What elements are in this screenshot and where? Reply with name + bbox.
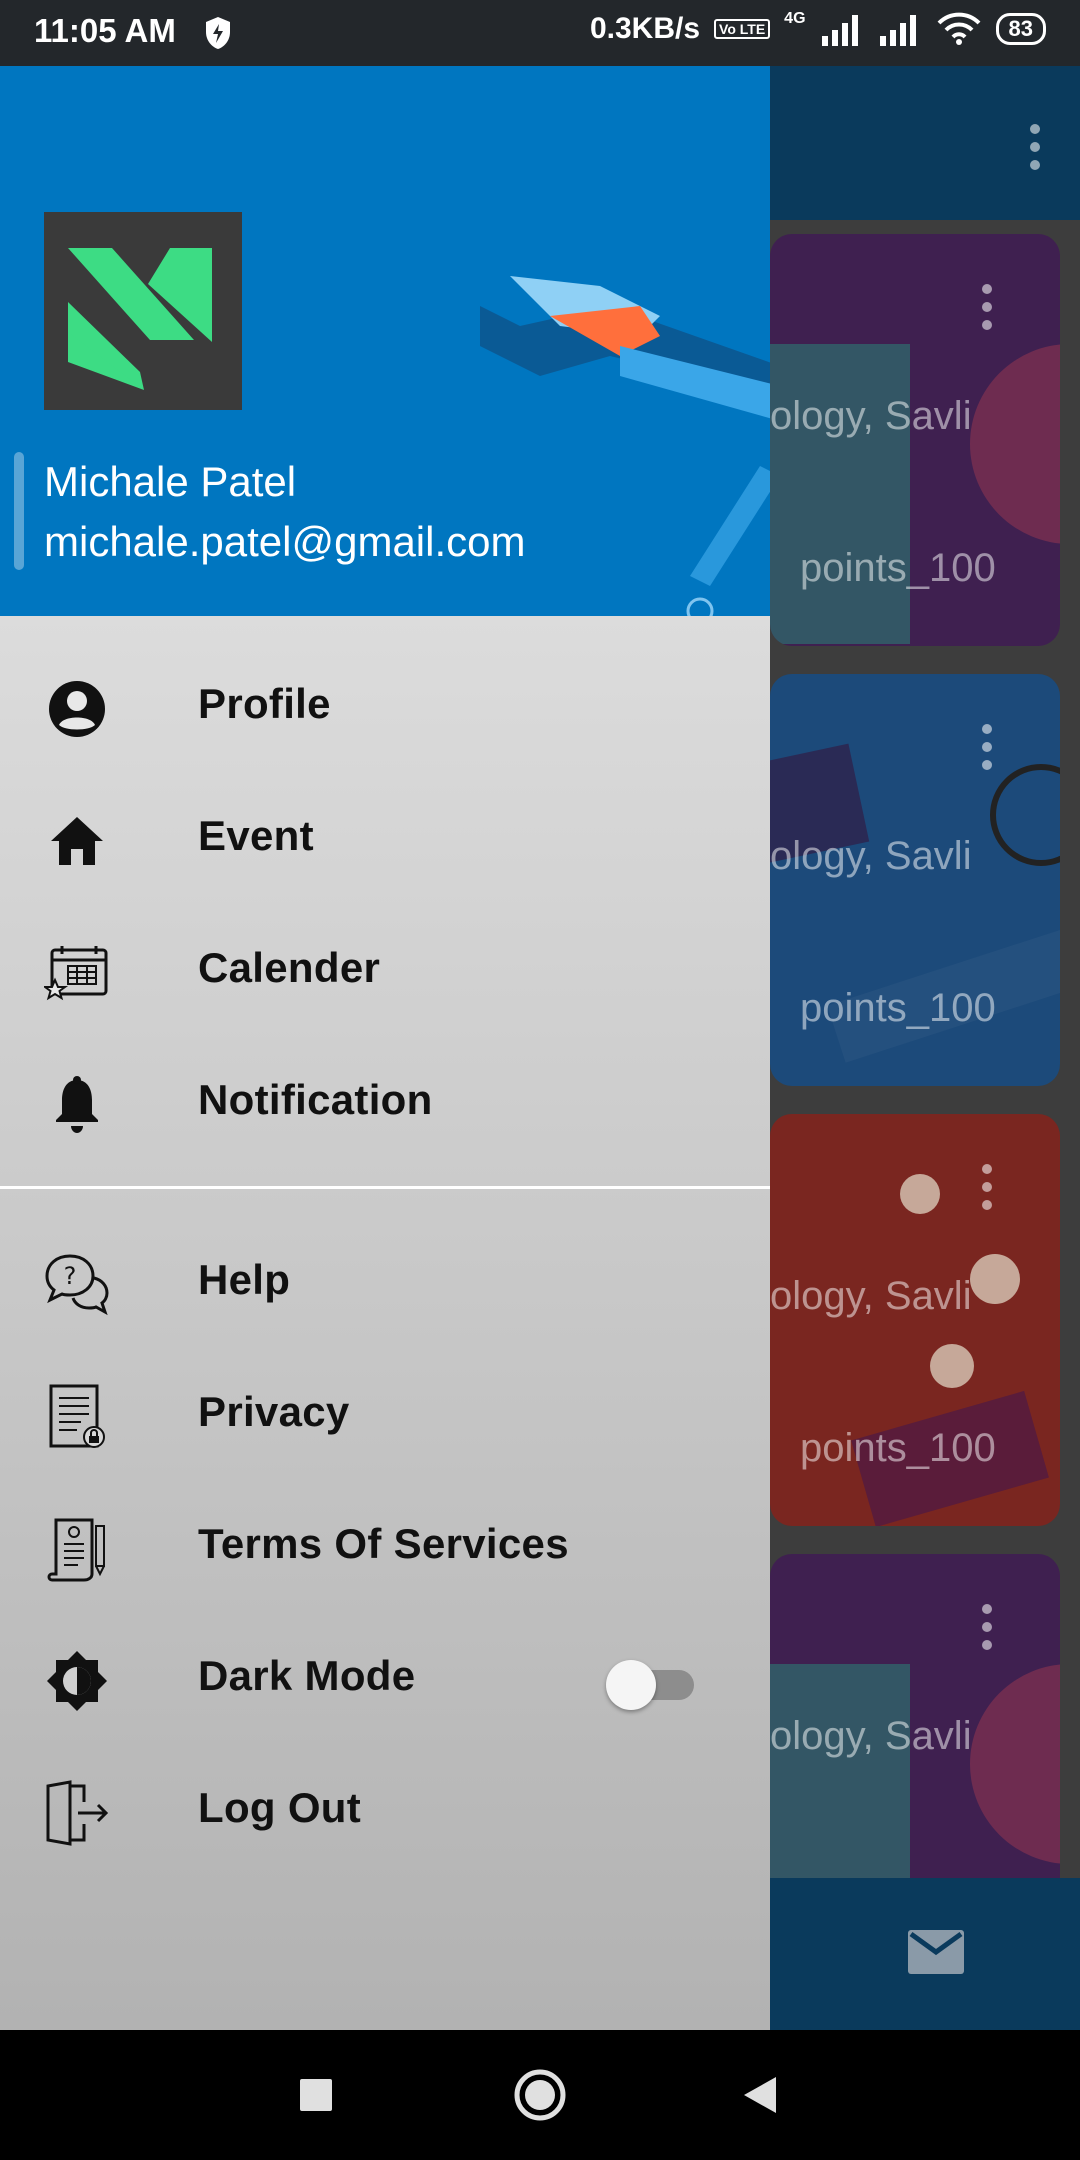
menu-label: Privacy bbox=[198, 1388, 350, 1435]
square-icon bbox=[300, 2079, 332, 2111]
card-location: ology, Savli bbox=[770, 1274, 972, 1318]
menu-label: Dark Mode bbox=[198, 1652, 416, 1699]
menu-label: Profile bbox=[198, 680, 331, 727]
card-menu-icon[interactable] bbox=[982, 1164, 992, 1210]
card-points: points_100 bbox=[800, 986, 996, 1030]
app-bottom-bar bbox=[770, 1878, 1080, 2030]
event-card[interactable]: ology, Savli points_100 bbox=[770, 234, 1060, 646]
card-location: ology, Savli bbox=[770, 834, 972, 878]
event-card[interactable]: ology, Savli points_100 bbox=[770, 1114, 1060, 1526]
network-type: 4G bbox=[784, 10, 806, 27]
card-location: ology, Savli bbox=[770, 394, 972, 438]
account-circle-icon bbox=[44, 676, 110, 742]
system-nav-bar bbox=[0, 2030, 1080, 2160]
recents-button[interactable] bbox=[286, 2065, 346, 2125]
brightness-icon bbox=[44, 1648, 110, 1714]
home-icon bbox=[44, 808, 110, 874]
menu-item-privacy[interactable]: Privacy bbox=[0, 1352, 770, 1472]
bell-icon bbox=[44, 1072, 110, 1138]
battery-indicator: 83 bbox=[995, 13, 1046, 45]
menu-label: Event bbox=[198, 812, 314, 859]
user-name: Michale Patel bbox=[44, 458, 297, 505]
menu-label: Terms Of Services bbox=[198, 1520, 569, 1567]
svg-text:?: ? bbox=[64, 1262, 77, 1290]
card-menu-icon[interactable] bbox=[982, 1604, 992, 1650]
toggle-thumb bbox=[606, 1660, 656, 1710]
privacy-document-icon bbox=[44, 1384, 110, 1450]
mail-icon[interactable] bbox=[908, 1930, 964, 1974]
menu-label: Help bbox=[198, 1256, 291, 1303]
app-logo bbox=[44, 212, 242, 410]
signal-icon-2 bbox=[879, 15, 916, 46]
menu-divider bbox=[0, 1186, 770, 1189]
terms-scroll-icon bbox=[44, 1516, 110, 1582]
dark-mode-toggle[interactable] bbox=[606, 1656, 696, 1710]
menu-item-event[interactable]: Event bbox=[0, 776, 770, 896]
drawer-header: Michale Patel michale.patel@gmail.com bbox=[0, 66, 770, 616]
calendar-icon bbox=[44, 940, 110, 1006]
card-points: points_100 bbox=[800, 1426, 996, 1470]
triangle-back-icon bbox=[744, 2077, 776, 2113]
menu-label: Notification bbox=[198, 1076, 433, 1123]
overflow-menu-icon[interactable] bbox=[1030, 124, 1040, 170]
navigation-drawer: Michale Patel michale.patel@gmail.com Pr… bbox=[0, 66, 770, 2030]
event-card[interactable]: ology, Savli points_100 bbox=[770, 674, 1060, 1086]
menu-item-notification[interactable]: Notification bbox=[0, 1040, 770, 1160]
user-email: michale.patel@gmail.com bbox=[44, 518, 526, 565]
card-points: points_100 bbox=[800, 546, 996, 590]
card-location: ology, Savli bbox=[770, 1714, 972, 1758]
status-indicators: 0.3KB/s Vo LTE 4G 83 bbox=[589, 10, 1046, 46]
status-time: 11:05 AM bbox=[34, 12, 176, 49]
menu-label: Log Out bbox=[198, 1784, 362, 1831]
menu-item-dark-mode[interactable]: Dark Mode bbox=[0, 1616, 770, 1736]
card-menu-icon[interactable] bbox=[982, 284, 992, 330]
logout-icon bbox=[44, 1780, 110, 1846]
help-chat-icon: ? bbox=[44, 1252, 110, 1318]
scroll-handle bbox=[14, 452, 24, 570]
signal-icon bbox=[821, 15, 858, 46]
volte-badge: Vo LTE bbox=[714, 19, 771, 39]
home-button[interactable] bbox=[510, 2065, 570, 2125]
back-button[interactable] bbox=[730, 2065, 790, 2125]
network-speed: 0.3KB/s bbox=[589, 12, 701, 45]
app-toolbar bbox=[770, 66, 1080, 220]
menu-item-calender[interactable]: Calender bbox=[0, 908, 770, 1028]
menu-item-logout[interactable]: Log Out bbox=[0, 1748, 770, 1868]
card-menu-icon[interactable] bbox=[982, 724, 992, 770]
status-bar: 11:05 AM 0.3KB/s Vo LTE 4G 83 bbox=[0, 0, 1080, 66]
shield-bolt-icon bbox=[206, 17, 230, 49]
circle-icon bbox=[514, 2069, 566, 2121]
menu-label: Calender bbox=[198, 944, 381, 991]
background-app: ology, Savli points_100 ology, Savli poi… bbox=[770, 66, 1080, 2030]
menu-item-help[interactable]: ? Help bbox=[0, 1220, 770, 1340]
wifi-icon bbox=[937, 12, 980, 45]
menu-item-terms[interactable]: Terms Of Services bbox=[0, 1484, 770, 1604]
menu-item-profile[interactable]: Profile bbox=[0, 644, 770, 764]
logo-icon bbox=[68, 248, 212, 390]
